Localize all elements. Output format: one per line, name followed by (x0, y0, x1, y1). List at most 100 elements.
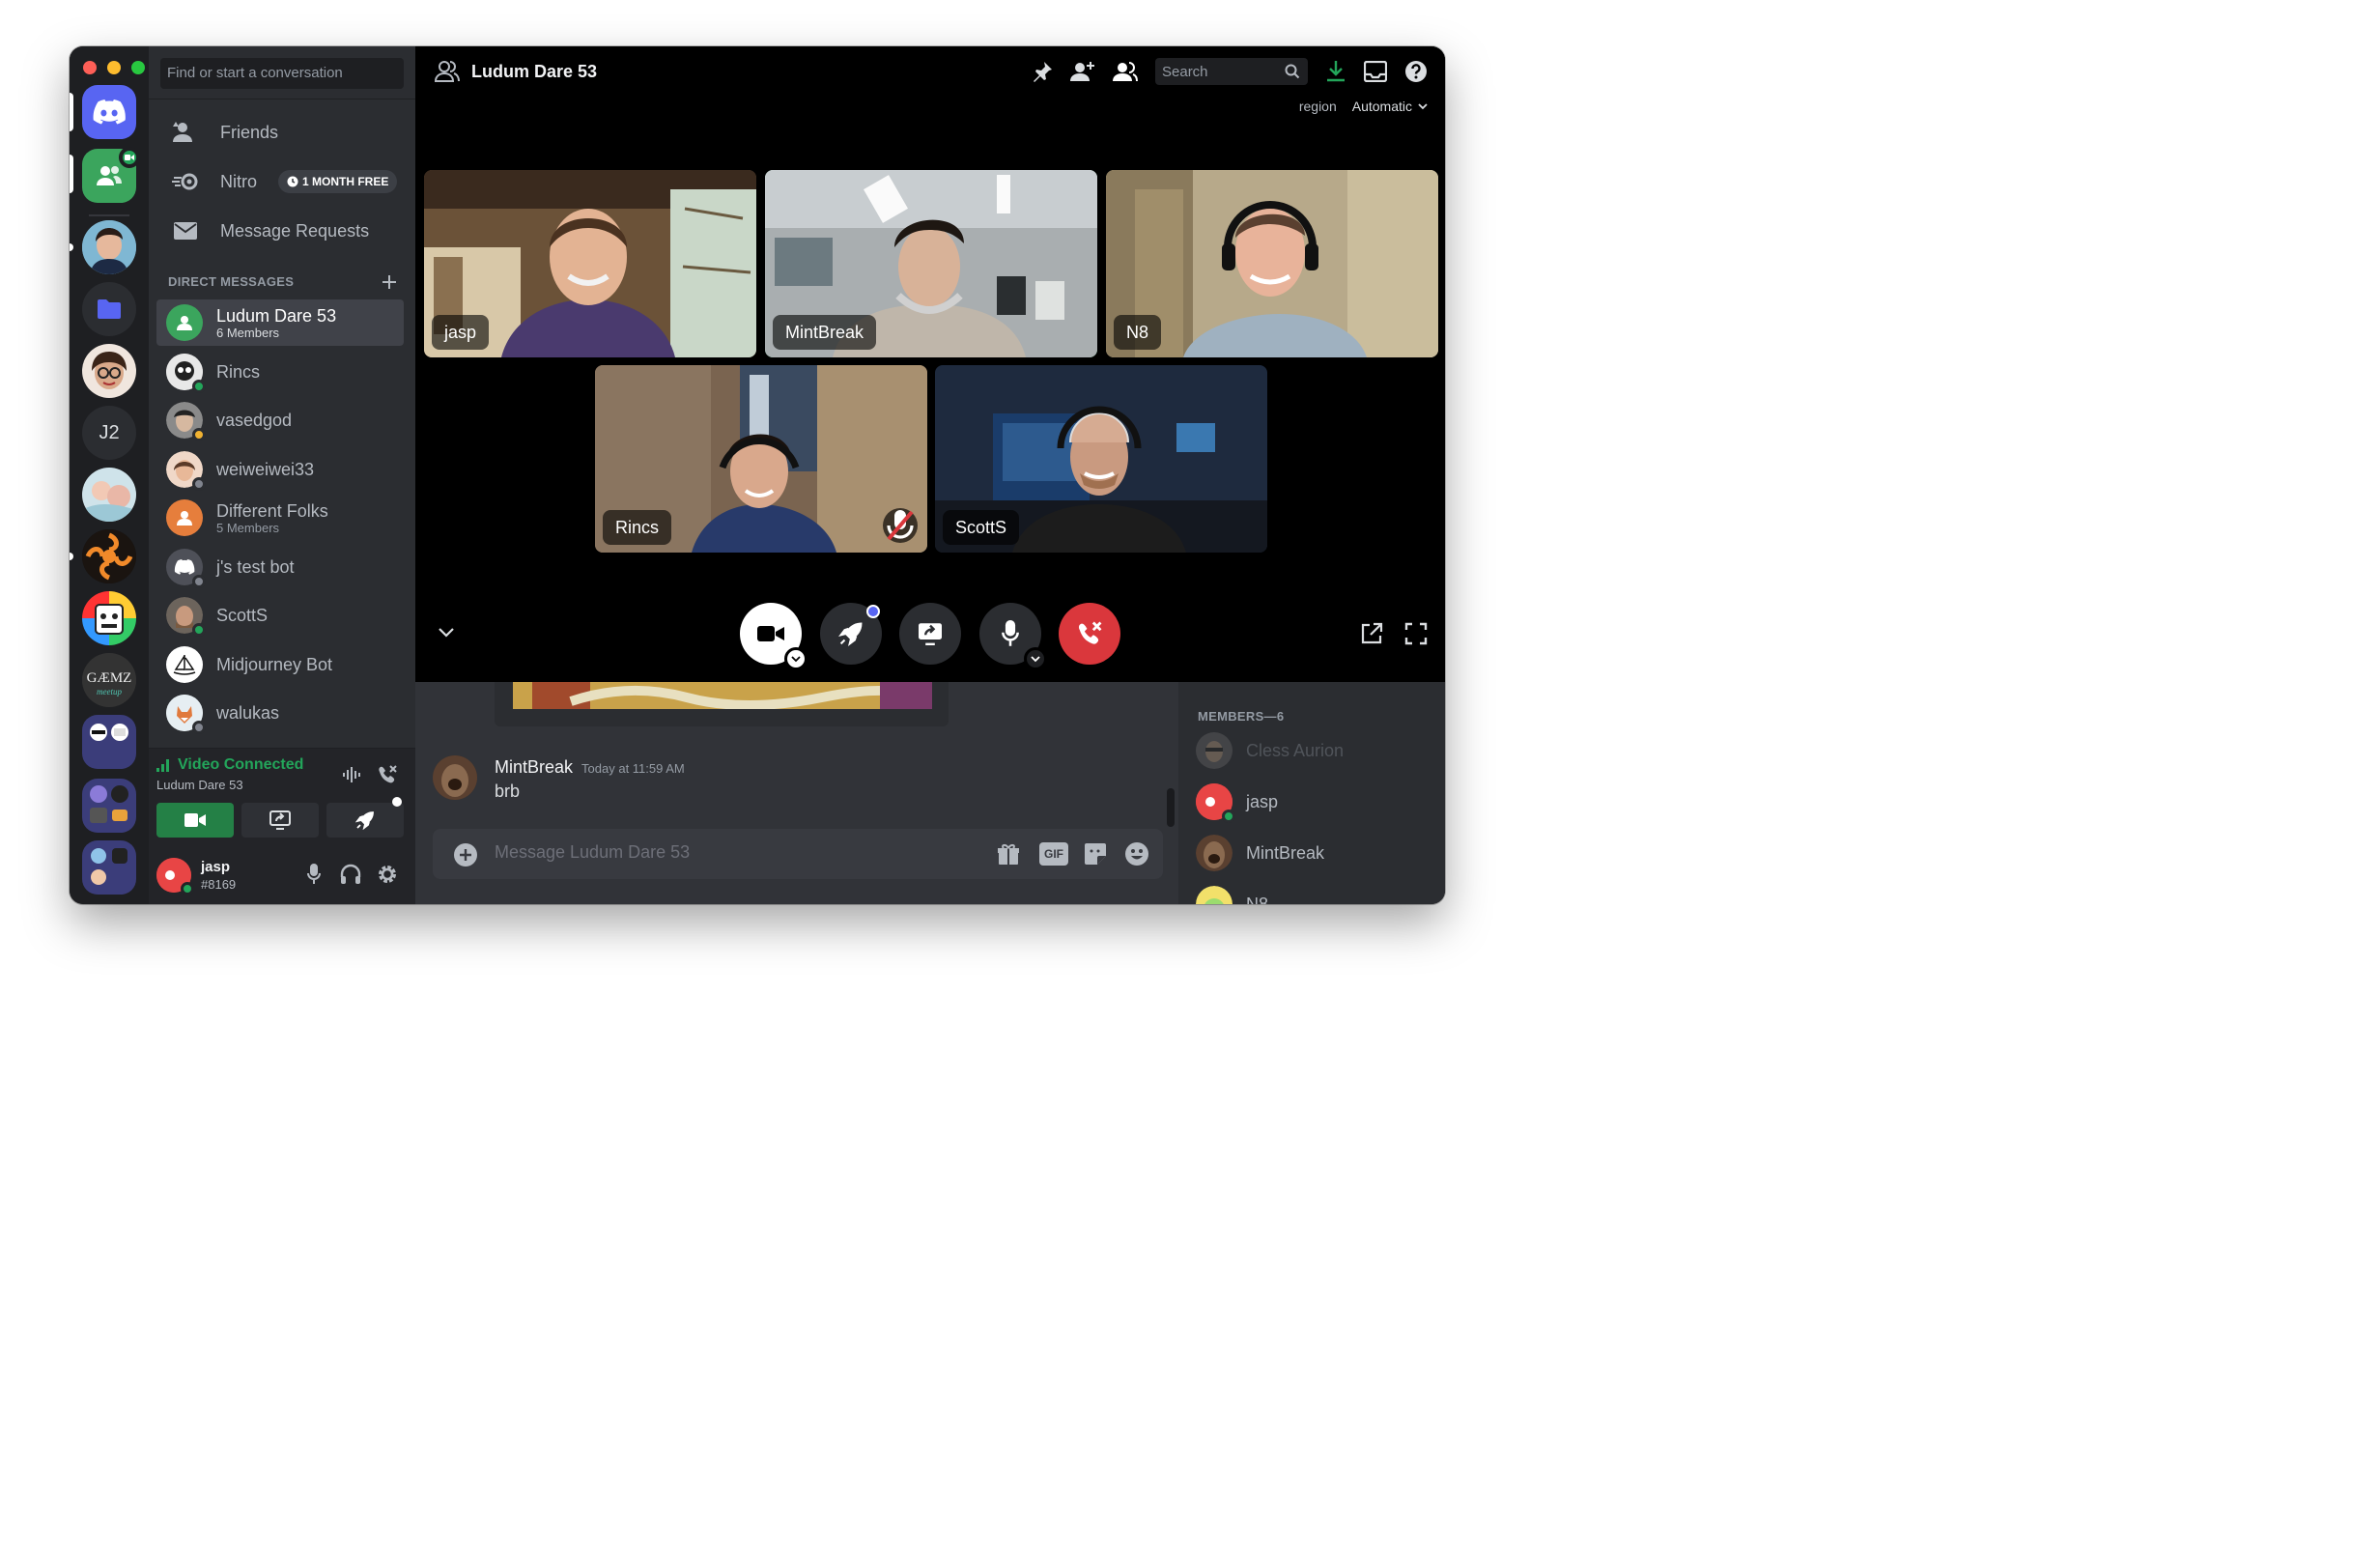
message-author[interactable]: MintBreak (495, 757, 573, 778)
chevron-down-icon (791, 655, 801, 662)
server-folder-2[interactable] (82, 779, 136, 833)
rocket-icon (838, 622, 863, 646)
members-header: MEMBERS—6 (1198, 709, 1285, 724)
group-avatar (166, 304, 203, 341)
nitro-offer-badge[interactable]: 1 MONTH FREE (278, 170, 398, 193)
rocket-icon (355, 811, 374, 830)
member-n8[interactable]: N8 (1196, 886, 1268, 904)
minimize-window-button[interactable] (107, 61, 121, 74)
dm-name: vasedgod (216, 411, 293, 430)
video-tile-mintbreak[interactable]: MintBreak (765, 170, 1097, 357)
offline-status-icon (192, 575, 206, 588)
fullscreen-icon[interactable] (1404, 622, 1428, 645)
turn-off-camera-button[interactable] (156, 803, 234, 838)
dm-sidebar: Find or start a conversation Friends Nit… (149, 46, 415, 904)
pinned-messages-icon[interactable] (1032, 61, 1053, 82)
collapse-chevron-icon[interactable] (439, 628, 454, 638)
selected-indicator (70, 93, 73, 131)
voice-status[interactable]: Video Connected (156, 756, 303, 774)
avatar (166, 451, 206, 491)
voice-channel-name[interactable]: Ludum Dare 53 (156, 778, 243, 792)
inbox-icon[interactable] (1364, 61, 1387, 82)
server-avatar-gaemz[interactable]: GÆMZ meetup (82, 653, 136, 707)
region-dropdown[interactable]: Automatic (1352, 99, 1428, 114)
dm-item-js-test-bot[interactable]: j's test bot (156, 544, 404, 590)
member-name: N8 (1246, 894, 1269, 905)
server-avatar-2[interactable] (82, 344, 136, 398)
dm-item-midjourney-bot[interactable]: Midjourney Bot (156, 641, 404, 688)
video-tile-n8[interactable]: N8 (1106, 170, 1438, 357)
server-folder-3[interactable] (82, 840, 136, 895)
dm-item-scotts[interactable]: ScottS (156, 592, 404, 639)
headphones-icon[interactable] (340, 864, 361, 885)
group-dm-server[interactable] (82, 147, 140, 203)
emoji-icon[interactable] (1124, 841, 1149, 867)
region-selector[interactable]: region Automatic (1299, 99, 1428, 114)
gift-icon[interactable] (997, 842, 1020, 866)
voice-connection-panel: Video Connected Ludum Dare 53 (149, 748, 415, 846)
member-cless-aurion[interactable]: Cless Aurion (1196, 732, 1344, 769)
activity-button[interactable] (820, 603, 882, 665)
camera-toggle-button[interactable] (740, 603, 808, 670)
member-jasp[interactable]: jasp (1196, 783, 1278, 823)
settings-gear-icon[interactable] (377, 864, 398, 885)
message-input[interactable]: Message Ludum Dare 53 (495, 842, 690, 863)
close-window-button[interactable] (83, 61, 97, 74)
dm-item-ludum-dare-53[interactable]: Ludum Dare 53 6 Members (156, 299, 404, 346)
server-j2[interactable]: J2 (82, 406, 136, 460)
folder-server[interactable] (82, 282, 136, 336)
nav-friends[interactable]: Friends (160, 111, 406, 154)
disconnect-icon[interactable] (377, 764, 398, 785)
server-folder-1[interactable] (82, 715, 136, 769)
dm-item-rincs[interactable]: Rincs (156, 349, 404, 395)
region-value: Automatic (1351, 99, 1412, 114)
server-avatar-4[interactable] (82, 529, 136, 583)
microphone-icon[interactable] (307, 864, 321, 885)
attach-plus-icon[interactable] (454, 843, 477, 867)
dm-item-walukas[interactable]: walukas (156, 690, 404, 736)
nav-nitro[interactable]: Nitro 1 MONTH FREE (160, 160, 406, 203)
video-tile-jasp[interactable]: jasp (424, 170, 756, 357)
server-avatar-1[interactable] (82, 220, 136, 274)
leave-call-button[interactable] (1059, 603, 1120, 665)
home-button[interactable] (82, 85, 136, 139)
nav-message-requests[interactable]: Message Requests (160, 210, 406, 252)
screen-share-button[interactable] (899, 603, 961, 665)
conversation-search-input[interactable]: Find or start a conversation (160, 58, 404, 89)
dm-item-different-folks[interactable]: Different Folks 5 Members (156, 495, 404, 541)
popout-icon[interactable] (1360, 622, 1383, 645)
dm-item-vasedgod[interactable]: vasedgod (156, 397, 404, 443)
sticker-icon[interactable] (1084, 842, 1107, 866)
embed-image[interactable] (513, 682, 932, 709)
noise-suppression-icon[interactable] (342, 766, 363, 783)
video-tile-scotts[interactable]: ScottS (935, 365, 1267, 553)
member-list-icon[interactable] (1113, 61, 1138, 82)
member-mintbreak[interactable]: MintBreak (1196, 835, 1324, 871)
dm-name: Ludum Dare 53 (216, 305, 337, 326)
search-input[interactable]: Search (1155, 58, 1308, 85)
microphone-options-button[interactable] (1024, 647, 1047, 670)
add-dm-icon[interactable] (382, 274, 396, 289)
message-author-avatar[interactable] (433, 755, 477, 800)
microphone-toggle-button[interactable] (979, 603, 1047, 670)
chat-scrollbar[interactable] (1167, 788, 1175, 827)
zoom-window-button[interactable] (131, 61, 145, 74)
avatar (166, 646, 203, 683)
server-avatar-5[interactable] (82, 591, 136, 645)
activities-button[interactable] (326, 797, 404, 838)
add-friends-icon[interactable] (1070, 61, 1095, 82)
unread-indicator (70, 155, 73, 193)
dm-name: Midjourney Bot (216, 655, 333, 674)
clock-icon (287, 176, 298, 187)
video-tile-rincs[interactable]: Rincs (595, 365, 927, 553)
share-screen-button[interactable] (241, 803, 319, 838)
help-icon[interactable] (1404, 60, 1428, 83)
gif-picker-button[interactable]: GIF (1039, 842, 1068, 866)
dm-name: weiweiwei33 (216, 460, 315, 479)
download-icon[interactable] (1325, 60, 1346, 83)
dm-item-weiweiwei33[interactable]: weiweiwei33 (156, 446, 404, 493)
camera-options-button[interactable] (784, 647, 808, 670)
server-avatar-3[interactable] (82, 468, 136, 522)
user-avatar[interactable] (156, 858, 194, 895)
user-discriminator: #8169 (201, 877, 237, 892)
